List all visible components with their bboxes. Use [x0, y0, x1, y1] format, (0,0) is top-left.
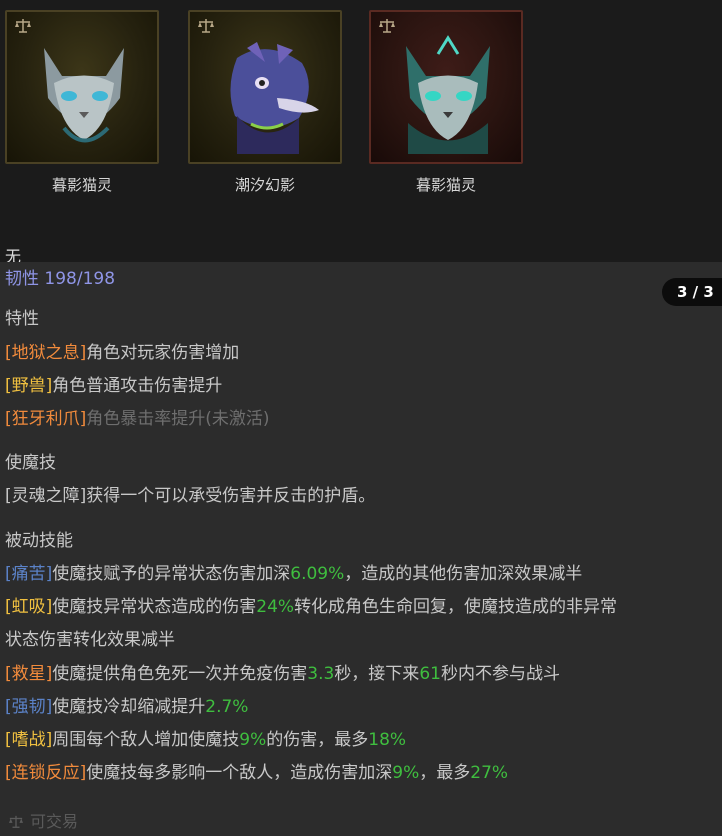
pet-detail-panel: 韧性 198/198 3 / 3 特性 [地狱之息]角色对玩家伤害增加 [野兽]… — [0, 262, 722, 836]
passive-text: 周围每个敌人增加使魔技 — [52, 730, 240, 750]
passive-text: 使魔提供角色免死一次并免疫伤害 — [52, 664, 308, 684]
passive-text: 使魔技赋予的异常状态伤害加深 — [52, 564, 291, 584]
passive-row: [痛苦]使魔技赋予的异常状态伤害加深6.09%，造成的其他伤害加深效果减半 — [5, 563, 582, 585]
passive-row: [虹吸]使魔技异常状态造成的伤害24%转化成角色生命回复，使魔技造成的非异常 — [5, 596, 617, 618]
pet-name: 暮影猫灵 — [415, 176, 476, 194]
skill-heading: 使魔技 — [5, 453, 56, 473]
passive-row: [强韧]使魔技冷却缩减提升2.7% — [5, 696, 248, 718]
skill-text: [灵魂之障]获得一个可以承受伤害并反击的护盾。 — [5, 486, 376, 506]
passive-text: ，造成的其他伤害加深效果减半 — [344, 564, 583, 584]
toughness-value: 198/198 — [44, 269, 116, 289]
passive-value: 6.09% — [290, 564, 345, 584]
passive-text: 使魔技每多影响一个敌人，造成伤害加深 — [86, 763, 393, 783]
passive-tag: [连锁反应] — [5, 763, 87, 783]
traits-heading: 特性 — [5, 309, 39, 329]
passive-row: [嗜战]周围每个敌人增加使魔技9%的伤害，最多18% — [5, 729, 406, 751]
trait-text: 角色对玩家伤害增加 — [86, 343, 240, 363]
passive-value: 18% — [368, 730, 407, 750]
cat-spirit-portrait — [44, 48, 124, 143]
passive-row: [连锁反应]使魔技每多影响一个敌人，造成伤害加深9%，最多27% — [5, 762, 508, 784]
page-indicator[interactable]: 3 / 3 — [662, 278, 722, 306]
cat-spirit-portrait — [406, 35, 490, 154]
tide-phantom-portrait — [230, 42, 319, 154]
passive-tag: [虹吸] — [5, 597, 53, 617]
passive-value: 9% — [392, 763, 420, 783]
passive-row-continued: 状态伤害转化效果减半 — [5, 630, 175, 650]
pet-portrait-frame[interactable] — [369, 10, 523, 164]
passive-tag: [痛苦] — [5, 564, 53, 584]
passives-heading: 被动技能 — [5, 531, 73, 551]
pet-card-1[interactable]: 暮影猫灵 — [5, 10, 159, 195]
passive-row: [救星]使魔提供角色免死一次并免疫伤害3.3秒，接下来61秒内不参与战斗 — [5, 663, 560, 685]
pet-card-2[interactable]: 潮汐幻影 — [188, 10, 342, 195]
passive-text: 转化成角色生命回复，使魔技造成的非异常 — [294, 597, 618, 617]
trait-row: [狂牙利爪]角色暴击率提升(未激活) — [5, 408, 270, 430]
passive-tag: [嗜战] — [5, 730, 53, 750]
trait-row: [地狱之息]角色对玩家伤害增加 — [5, 342, 239, 364]
passive-tag: [强韧] — [5, 697, 53, 717]
passive-value: 9% — [239, 730, 267, 750]
passive-value: 61 — [419, 664, 441, 684]
pet-selection-area: 暮影猫灵 潮汐幻影 暮影猫灵 无 — [0, 0, 722, 266]
passive-text: ，最多 — [419, 763, 471, 783]
passive-text: 秒内不参与战斗 — [440, 664, 560, 684]
pet-name: 暮影猫灵 — [51, 176, 112, 194]
passive-value: 2.7% — [205, 697, 249, 717]
pet-card-3[interactable]: 暮影猫灵 — [369, 10, 523, 195]
trait-tag: [地狱之息] — [5, 343, 87, 363]
passive-tag: [救星] — [5, 664, 53, 684]
pet-portrait-frame[interactable] — [5, 10, 159, 164]
tradeable-label: 可交易 — [30, 812, 79, 831]
pet-portrait-frame[interactable] — [188, 10, 342, 164]
passive-text: 使魔技冷却缩减提升 — [52, 697, 206, 717]
trait-text: 角色普通攻击伤害提升 — [52, 376, 223, 396]
toughness-label: 韧性 — [5, 269, 39, 289]
scale-icon — [9, 815, 23, 828]
passive-value: 24% — [256, 597, 295, 617]
trait-text: 角色暴击率提升(未激活) — [86, 409, 270, 429]
passive-value: 27% — [470, 763, 509, 783]
tradeable-status: 可交易 — [8, 808, 78, 832]
passive-value: 3.3 — [307, 664, 335, 684]
trait-row: [野兽]角色普通攻击伤害提升 — [5, 375, 222, 397]
passive-text: 使魔技异常状态造成的伤害 — [52, 597, 257, 617]
pet-name: 潮汐幻影 — [234, 176, 295, 194]
trait-tag: [野兽] — [5, 376, 53, 396]
trait-tag: [狂牙利爪] — [5, 409, 87, 429]
passive-text: 的伤害，最多 — [266, 730, 369, 750]
passive-text: 秒，接下来 — [334, 664, 420, 684]
toughness-stat: 韧性 198/198 — [5, 264, 115, 289]
